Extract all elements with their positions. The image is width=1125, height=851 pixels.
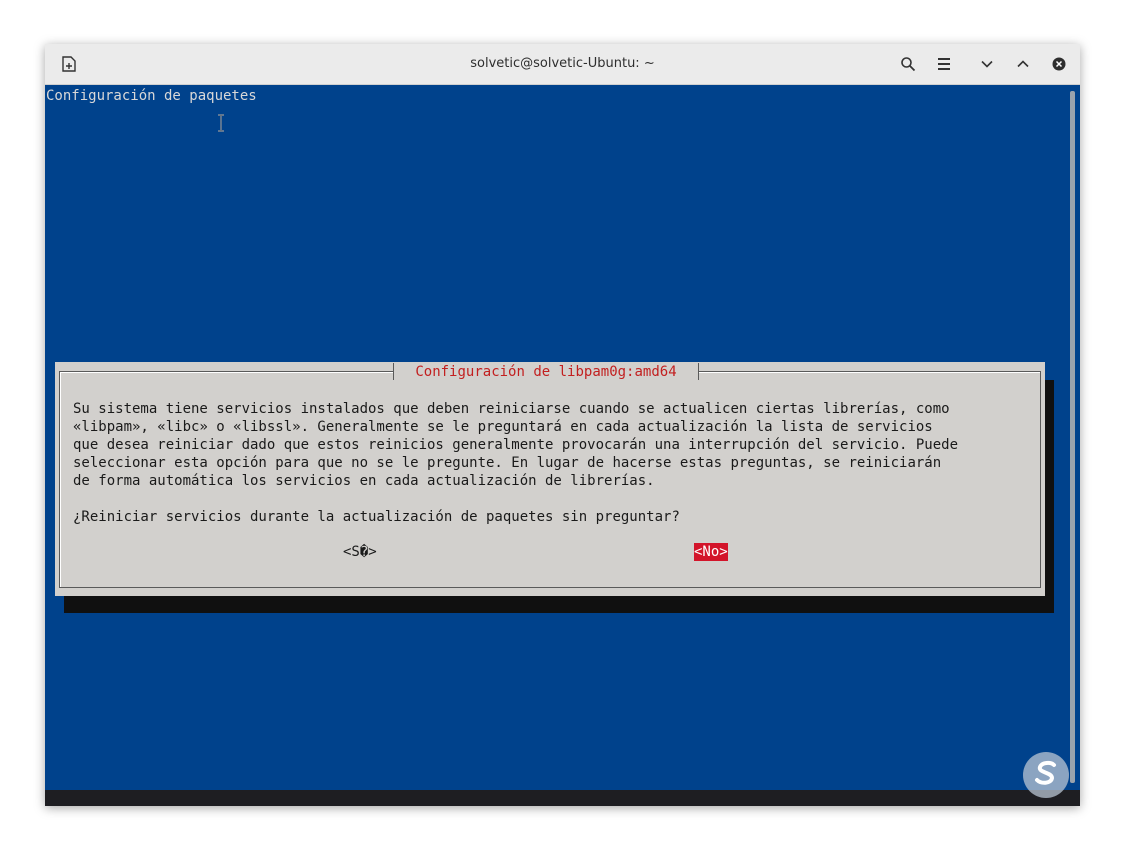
message-line: de forma automática los servicios en cad…	[73, 473, 655, 489]
close-icon[interactable]	[1047, 52, 1071, 76]
window-title: solvetic@solvetic-Ubuntu: ~	[470, 56, 655, 71]
terminal-heading: Configuración de paquetes	[46, 88, 257, 104]
message-line: Su sistema tiene servicios instalados qu…	[73, 401, 950, 417]
yes-button[interactable]: <S�>	[343, 543, 377, 561]
title-bar: solvetic@solvetic-Ubuntu: ~	[45, 44, 1080, 85]
terminal-area[interactable]: Configuración de paquetes Configuración …	[45, 85, 1080, 790]
message-line: «libpam», «libc» o «libssl». Generalment…	[73, 419, 933, 435]
dialog-message: Su sistema tiene servicios instalados qu…	[73, 400, 1023, 526]
message-line: que desea reiniciar dado que estos reini…	[73, 437, 959, 453]
text-cursor-icon	[216, 114, 226, 136]
debconf-dialog: Configuración de libpam0g:amd64 Su siste…	[55, 362, 1045, 596]
solvetic-logo-icon	[1021, 750, 1071, 800]
dialog-question: ¿Reiniciar servicios durante la actualiz…	[73, 509, 680, 525]
dialog-title: Configuración de libpam0g:amd64	[393, 362, 699, 382]
maximize-icon[interactable]	[1011, 52, 1035, 76]
no-button[interactable]: <No>	[694, 543, 728, 561]
bottom-bar	[45, 790, 1080, 806]
message-line: seleccionar esta opción para que no se l…	[73, 455, 942, 471]
minimize-icon[interactable]	[975, 52, 999, 76]
terminal-window: solvetic@solvetic-Ubuntu: ~ Configuració…	[45, 44, 1080, 806]
search-icon[interactable]	[896, 52, 920, 76]
menu-icon[interactable]	[932, 52, 956, 76]
scrollbar[interactable]	[1070, 91, 1075, 783]
